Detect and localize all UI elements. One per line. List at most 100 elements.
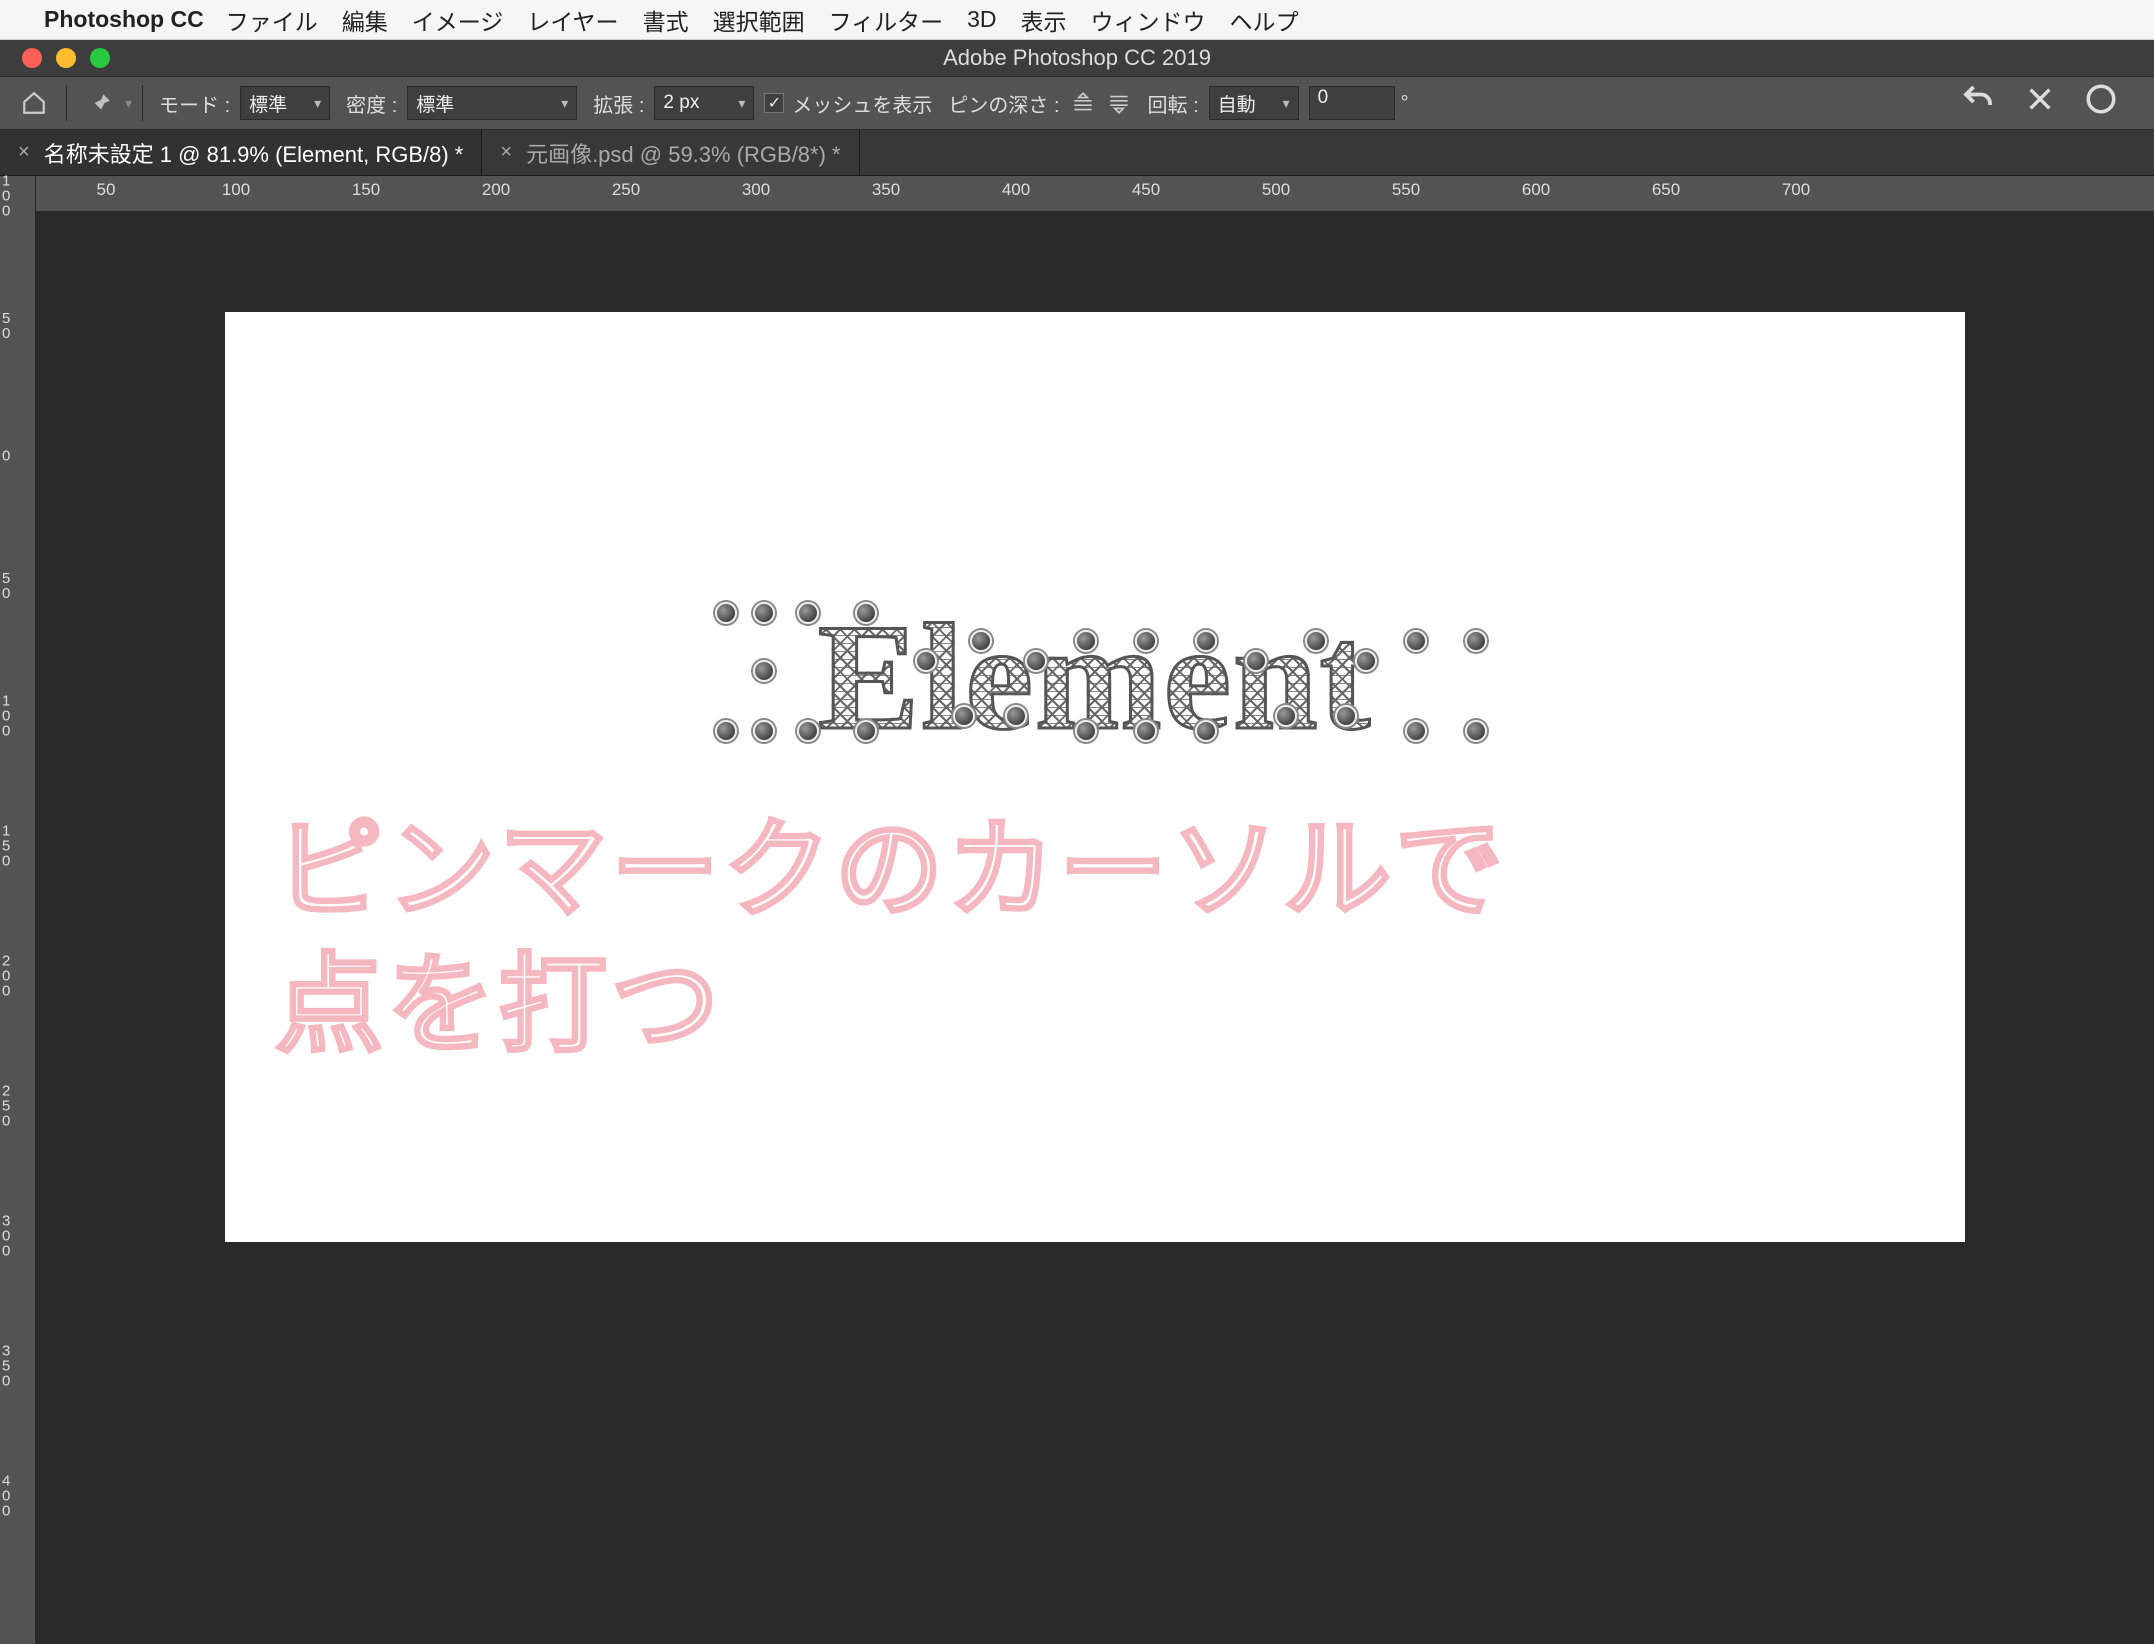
warp-pin[interactable] xyxy=(1275,705,1297,727)
ruler-tick: 100 xyxy=(2,174,10,219)
window-title: Adobe Photoshop CC 2019 xyxy=(943,45,1211,71)
rotate-label: 回転 : xyxy=(1148,89,1199,118)
warp-pin[interactable] xyxy=(715,720,737,742)
warp-pin[interactable] xyxy=(1025,650,1047,672)
warp-pin[interactable] xyxy=(1465,630,1487,652)
menu-view[interactable]: 表示 xyxy=(1021,3,1067,37)
ruler-tick: 200 xyxy=(2,954,10,999)
document-tab-active[interactable]: × 名称未設定 1 @ 81.9% (Element, RGB/8) * xyxy=(0,130,482,175)
density-select[interactable]: 標準▾ xyxy=(407,86,577,120)
show-mesh-checkbox[interactable]: ✓ メッシュを表示 xyxy=(764,89,932,118)
home-icon[interactable] xyxy=(12,84,56,122)
ruler-tick: 50 xyxy=(97,180,116,200)
ruler-tick: 350 xyxy=(2,1344,10,1389)
warp-pin[interactable] xyxy=(1355,650,1377,672)
tab-label: 元画像.psd @ 59.3% (RGB/8*) * xyxy=(526,137,841,169)
warp-pin[interactable] xyxy=(855,720,877,742)
warp-pin[interactable] xyxy=(1195,720,1217,742)
warp-pin[interactable] xyxy=(1335,705,1357,727)
warp-pin[interactable] xyxy=(797,720,819,742)
canvas-area[interactable]: Element ピンマークのカーソルで 点を打つ xyxy=(36,212,2154,1644)
density-label: 密度 : xyxy=(346,89,397,118)
undo-icon[interactable] xyxy=(1960,81,1996,126)
document-tab-inactive[interactable]: × 元画像.psd @ 59.3% (RGB/8*) * xyxy=(482,130,859,175)
minimize-window-button[interactable] xyxy=(56,48,76,68)
commit-circle-icon[interactable] xyxy=(2084,82,2118,125)
warp-pin[interactable] xyxy=(915,650,937,672)
menu-filter[interactable]: フィルター xyxy=(829,3,944,37)
warp-pin[interactable] xyxy=(970,630,992,652)
menu-file[interactable]: ファイル xyxy=(226,3,318,37)
warp-pin[interactable] xyxy=(1135,630,1157,652)
ruler-tick: 700 xyxy=(1782,180,1810,200)
menu-type[interactable]: 書式 xyxy=(643,3,689,37)
menu-help[interactable]: ヘルプ xyxy=(1230,3,1299,37)
maximize-window-button[interactable] xyxy=(90,48,110,68)
ruler-tick: 450 xyxy=(1132,180,1160,200)
ruler-tick: 200 xyxy=(482,180,510,200)
close-icon[interactable]: × xyxy=(18,141,30,164)
expand-select[interactable]: 2 px▾ xyxy=(654,86,754,120)
warp-pin[interactable] xyxy=(1135,720,1157,742)
ruler-tick: 100 xyxy=(2,694,10,739)
menu-select[interactable]: 選択範囲 xyxy=(713,3,805,37)
mode-label: モード : xyxy=(159,89,230,118)
vertical-ruler[interactable]: 10050050100150200250300350400 xyxy=(0,176,36,1644)
rotate-mode-select[interactable]: 自動▾ xyxy=(1209,86,1299,120)
ruler-tick: 650 xyxy=(1652,180,1680,200)
ruler-tick: 400 xyxy=(2,1474,10,1519)
cancel-icon[interactable] xyxy=(2024,83,2056,124)
menu-layer[interactable]: レイヤー xyxy=(527,3,618,37)
ruler-tick: 600 xyxy=(1522,180,1550,200)
density-value: 標準 xyxy=(416,90,454,117)
warp-pin[interactable] xyxy=(753,720,775,742)
warp-pin[interactable] xyxy=(1195,630,1217,652)
menu-3d[interactable]: 3D xyxy=(967,6,996,33)
warp-pins-layer xyxy=(705,590,1485,750)
warp-pin[interactable] xyxy=(797,602,819,624)
warp-pin[interactable] xyxy=(1005,705,1027,727)
ruler-tick: 350 xyxy=(872,180,900,200)
warp-pin[interactable] xyxy=(1075,720,1097,742)
tab-label: 名称未設定 1 @ 81.9% (Element, RGB/8) * xyxy=(44,137,464,169)
warp-pin[interactable] xyxy=(1245,650,1267,672)
workspace: 10050050100150200250300350400 5010015020… xyxy=(0,176,2154,1644)
ruler-tick: 250 xyxy=(612,180,640,200)
pin-forward-icon[interactable] xyxy=(1070,90,1096,116)
chevron-down-icon[interactable]: ▾ xyxy=(125,95,132,112)
close-window-button[interactable] xyxy=(22,48,42,68)
ruler-tick: 250 xyxy=(2,1084,10,1129)
close-icon[interactable]: × xyxy=(500,141,512,164)
warp-pin[interactable] xyxy=(855,602,877,624)
window-titlebar: Adobe Photoshop CC 2019 xyxy=(0,40,2154,76)
mode-select[interactable]: 標準▾ xyxy=(240,86,330,120)
warp-pin[interactable] xyxy=(1075,630,1097,652)
pin-backward-icon[interactable] xyxy=(1106,90,1132,116)
app-name[interactable]: Photoshop CC xyxy=(44,6,204,33)
warp-pin[interactable] xyxy=(1405,720,1427,742)
menu-window[interactable]: ウィンドウ xyxy=(1091,3,1206,37)
ruler-tick: 300 xyxy=(742,180,770,200)
document-tabs: × 名称未設定 1 @ 81.9% (Element, RGB/8) * × 元… xyxy=(0,130,2154,176)
checkbox-icon[interactable]: ✓ xyxy=(764,93,784,113)
traffic-lights xyxy=(22,48,110,68)
expand-label: 拡張 : xyxy=(593,89,644,118)
menu-image[interactable]: イメージ xyxy=(412,3,504,37)
warp-pin[interactable] xyxy=(1405,630,1427,652)
rotate-unit: ° xyxy=(1401,92,1409,115)
ruler-tick: 150 xyxy=(2,824,10,869)
warp-pin[interactable] xyxy=(953,705,975,727)
rotate-value: 0 xyxy=(1318,87,1329,108)
menu-edit[interactable]: 編集 xyxy=(342,3,388,37)
warp-pin[interactable] xyxy=(753,660,775,682)
canvas[interactable]: Element ピンマークのカーソルで 点を打つ xyxy=(225,312,1965,1242)
warp-pin[interactable] xyxy=(1305,630,1327,652)
warp-pin[interactable] xyxy=(753,602,775,624)
ruler-tick: 400 xyxy=(1002,180,1030,200)
ruler-tick: 50 xyxy=(2,571,10,601)
warp-pin[interactable] xyxy=(715,602,737,624)
pin-tool-icon[interactable] xyxy=(77,84,121,122)
rotate-value-input[interactable]: 0 xyxy=(1309,86,1395,120)
warp-pin[interactable] xyxy=(1465,720,1487,742)
horizontal-ruler[interactable]: 5010015020025030035040045050055060065070… xyxy=(36,176,2154,212)
